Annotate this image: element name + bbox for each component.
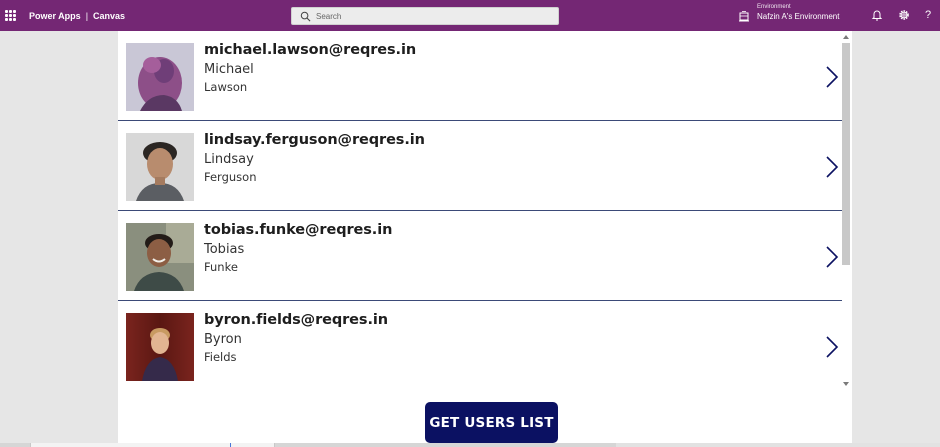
get-users-list-button[interactable]: GET USERS LIST [425, 402, 558, 443]
gallery-row[interactable]: michael.lawson@reqres.in Michael Lawson [118, 31, 842, 121]
avatar-image [126, 223, 194, 291]
scroll-thumb[interactable] [842, 43, 850, 265]
avatar-image [126, 313, 194, 381]
chevron-right-icon[interactable] [825, 65, 839, 89]
help-icon[interactable]: ? [925, 8, 931, 22]
user-email: lindsay.ferguson@reqres.in [204, 132, 425, 148]
app-name[interactable]: Power Apps [29, 11, 81, 21]
app-launcher-icon[interactable] [5, 10, 16, 21]
user-email: byron.fields@reqres.in [204, 312, 388, 328]
environment-icon [739, 11, 749, 22]
notifications-icon[interactable] [870, 8, 884, 22]
top-bar: Power Apps | Canvas Environment Nafzin A's… [0, 0, 940, 31]
search-icon [300, 11, 311, 22]
app-title: Power Apps | Canvas [29, 10, 125, 22]
chevron-right-icon[interactable] [825, 155, 839, 179]
avatar [126, 43, 194, 111]
chevron-right-icon[interactable] [825, 335, 839, 359]
user-last-name: Ferguson [204, 170, 257, 184]
user-first-name: Tobias [204, 242, 245, 257]
bottom-strip-segment [30, 443, 275, 447]
avatar [126, 313, 194, 381]
user-email: michael.lawson@reqres.in [204, 42, 417, 58]
avatar [126, 133, 194, 201]
environment-label: Environment [757, 4, 791, 10]
user-first-name: Lindsay [204, 152, 254, 167]
scroll-down-icon[interactable] [843, 382, 849, 386]
bottom-strip-marker [230, 443, 231, 447]
user-email: tobias.funke@reqres.in [204, 222, 393, 238]
settings-icon[interactable] [897, 8, 911, 22]
user-last-name: Lawson [204, 80, 248, 94]
gallery-row[interactable]: byron.fields@reqres.in Byron Fields [118, 301, 842, 390]
avatar [126, 223, 194, 291]
environment-picker[interactable]: Environment Nafzin A's Environment [757, 4, 839, 23]
user-first-name: Michael [204, 62, 254, 77]
title-separator: | [85, 11, 89, 21]
chevron-right-icon[interactable] [825, 245, 839, 269]
app-canvas: michael.lawson@reqres.in Michael Lawson … [118, 31, 852, 443]
scroll-up-icon[interactable] [843, 35, 849, 39]
user-last-name: Fields [204, 350, 237, 364]
avatar-image [126, 43, 194, 111]
user-first-name: Byron [204, 332, 242, 347]
search-box[interactable] [291, 7, 559, 25]
bottom-strip [0, 443, 940, 447]
bottom-strip-segment [616, 443, 940, 447]
gallery-scrollbar[interactable] [841, 35, 851, 386]
users-gallery[interactable]: michael.lawson@reqres.in Michael Lawson … [118, 31, 852, 390]
gallery-row[interactable]: tobias.funke@reqres.in Tobias Funke [118, 211, 842, 301]
app-mode: Canvas [93, 11, 126, 21]
user-last-name: Funke [204, 260, 238, 274]
avatar-image [126, 133, 194, 201]
search-input[interactable] [316, 9, 546, 23]
environment-name: Nafzin A's Environment [757, 12, 840, 21]
gallery-row[interactable]: lindsay.ferguson@reqres.in Lindsay Fergu… [118, 121, 842, 211]
